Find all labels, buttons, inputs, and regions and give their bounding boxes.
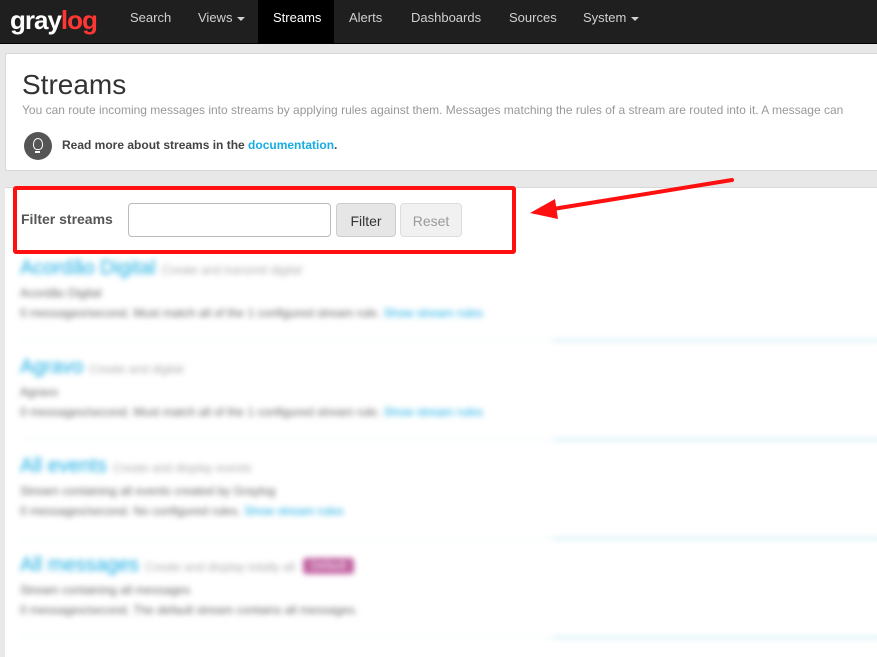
- annotation-highlight-box: [13, 186, 516, 254]
- annotation-arrow-icon: [530, 178, 734, 219]
- caret-down-icon: [237, 16, 246, 21]
- page-description: You can route incoming messages into str…: [22, 103, 844, 117]
- graylog-logo[interactable]: gray log: [10, 4, 98, 36]
- nav-search[interactable]: Search: [115, 0, 186, 43]
- default-badge: Default: [303, 557, 354, 574]
- stream-title[interactable]: All events: [20, 455, 107, 477]
- caret-down-icon: [631, 16, 640, 21]
- stream-title[interactable]: Acordão Digital: [20, 257, 156, 279]
- show-stream-rules-link[interactable]: Show stream rules: [384, 306, 483, 320]
- nav-streams[interactable]: Streams: [258, 0, 334, 43]
- list-item: Agravo Create and digital Agravo 0 messag…: [20, 356, 483, 419]
- read-more-text: Read more about streams in the documenta…: [62, 138, 338, 152]
- page-title: Streams: [22, 69, 127, 100]
- show-stream-rules-link[interactable]: Show stream rules: [384, 405, 483, 419]
- nav-dashboards[interactable]: Dashboards: [396, 0, 496, 43]
- stream-title[interactable]: Agravo: [20, 356, 83, 378]
- list-item: All events Create and display events Stre…: [20, 455, 344, 518]
- list-item: All messages Create and display totally a…: [20, 554, 358, 617]
- nav-alerts[interactable]: Alerts: [334, 0, 397, 43]
- show-stream-rules-link[interactable]: Show stream rules: [244, 504, 343, 518]
- lightbulb-icon: [24, 132, 52, 160]
- nav-views[interactable]: Views: [183, 0, 260, 43]
- list-item: Acordão Digital Create and transmit digit…: [20, 257, 483, 320]
- nav-system[interactable]: System: [568, 0, 654, 43]
- streams-header-panel: Streams You can route incoming messages …: [5, 53, 877, 171]
- stream-title[interactable]: All messages: [20, 554, 139, 576]
- nav-sources[interactable]: Sources: [494, 0, 572, 43]
- top-navbar: gray log Search Views Streams Alerts Dash…: [0, 0, 877, 44]
- documentation-link[interactable]: documentation: [248, 138, 334, 152]
